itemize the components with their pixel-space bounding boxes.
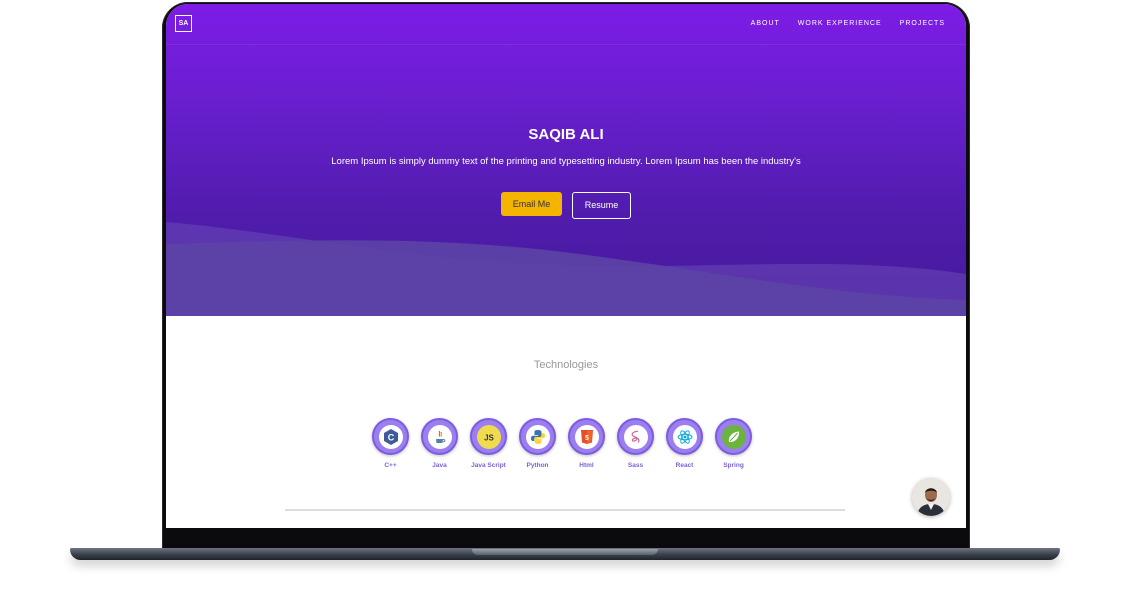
tech-badge xyxy=(519,418,556,455)
sass-icon xyxy=(623,424,648,449)
javascript-icon: JS xyxy=(476,424,501,449)
chat-avatar[interactable] xyxy=(912,478,950,516)
react-icon xyxy=(672,424,697,449)
laptop-screen: SA ABOUT WORK EXPERIENCE PROJECTS SAQIB … xyxy=(166,4,966,528)
tech-item-cpp[interactable]: C C++ xyxy=(371,418,410,469)
navbar: SA ABOUT WORK EXPERIENCE PROJECTS xyxy=(166,4,966,45)
technologies-list: C C++ Java JS Java Script Python 5 Html … xyxy=(371,418,753,469)
tech-badge xyxy=(421,418,458,455)
hero-description: Lorem Ipsum is simply dummy text of the … xyxy=(331,156,801,167)
html5-icon: 5 xyxy=(574,424,599,449)
resume-button[interactable]: Resume xyxy=(572,192,631,219)
nav-links: ABOUT WORK EXPERIENCE PROJECTS xyxy=(751,20,945,27)
python-icon xyxy=(525,424,550,449)
tech-badge: 5 xyxy=(568,418,605,455)
nav-link-work-experience[interactable]: WORK EXPERIENCE xyxy=(798,20,882,27)
svg-text:JS: JS xyxy=(484,433,494,442)
laptop-hinge-notch xyxy=(472,549,658,555)
tech-label: C++ xyxy=(384,462,397,469)
hero-name: SAQIB ALI xyxy=(528,126,604,143)
hero-wave xyxy=(166,222,966,316)
technologies-title: Technologies xyxy=(533,359,599,371)
tech-item-javascript[interactable]: JS Java Script xyxy=(469,418,508,469)
person-icon xyxy=(912,478,950,516)
tech-badge: JS xyxy=(470,418,507,455)
spring-icon xyxy=(721,424,746,449)
tech-label: Java xyxy=(432,462,447,469)
cpp-icon: C xyxy=(378,424,403,449)
tech-badge xyxy=(617,418,654,455)
section-divider xyxy=(285,509,845,511)
java-icon xyxy=(427,424,452,449)
hero-buttons: Email Me Resume xyxy=(166,192,966,219)
tech-badge xyxy=(715,418,752,455)
site-logo[interactable]: SA xyxy=(175,15,192,32)
nav-link-projects[interactable]: PROJECTS xyxy=(900,20,945,27)
laptop-mockup: SA ABOUT WORK EXPERIENCE PROJECTS SAQIB … xyxy=(0,0,1140,605)
tech-badge xyxy=(666,418,703,455)
hero-section: SA ABOUT WORK EXPERIENCE PROJECTS SAQIB … xyxy=(166,4,966,316)
tech-label: Java Script xyxy=(471,462,506,469)
tech-item-java[interactable]: Java xyxy=(420,418,459,469)
email-me-button[interactable]: Email Me xyxy=(501,192,562,216)
tech-label: Html xyxy=(579,462,594,469)
svg-text:C: C xyxy=(387,432,394,442)
tech-item-sass[interactable]: Sass xyxy=(616,418,655,469)
tech-item-react[interactable]: React xyxy=(665,418,704,469)
tech-badge: C xyxy=(372,418,409,455)
tech-label: Sass xyxy=(627,462,644,469)
tech-label: Spring xyxy=(723,462,744,469)
tech-label: Python xyxy=(526,462,549,469)
tech-item-spring[interactable]: Spring xyxy=(714,418,753,469)
nav-link-about[interactable]: ABOUT xyxy=(751,20,780,27)
tech-item-python[interactable]: Python xyxy=(518,418,557,469)
svg-text:5: 5 xyxy=(585,435,589,442)
tech-label: React xyxy=(675,462,694,469)
tech-item-html[interactable]: 5 Html xyxy=(567,418,606,469)
